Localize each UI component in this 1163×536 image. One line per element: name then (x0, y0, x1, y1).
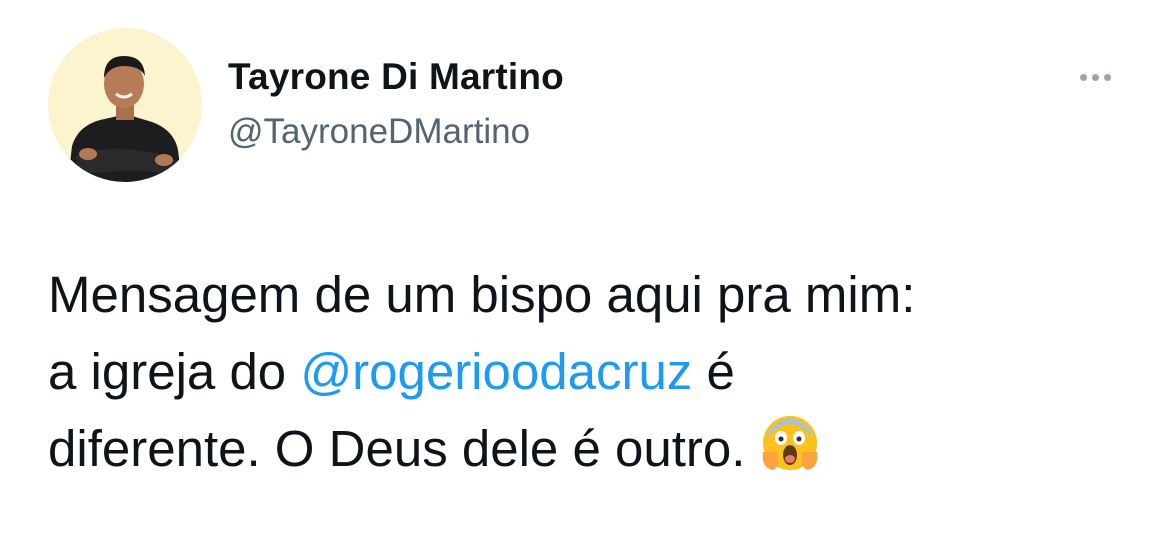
ellipsis-icon (1091, 73, 1099, 81)
tweet-text-fragment: diferente. O Deus dele é outro. (48, 420, 746, 477)
author-name[interactable]: Tayrone Di Martino (228, 54, 564, 100)
tweet-card: Tayrone Di Martino @TayroneDMartino Mens… (0, 0, 1163, 536)
tweet-text-line: a igreja do @rogerioodacruz é (48, 333, 1128, 410)
tweet-text-line: diferente. O Deus dele é outro. (48, 410, 1128, 495)
ellipsis-icon (1079, 73, 1087, 81)
face-screaming-in-fear-emoji (759, 412, 821, 495)
tweet-text-line: Mensagem de um bispo aqui pra mim: (48, 266, 916, 323)
avatar[interactable] (48, 28, 202, 182)
author-handle[interactable]: @TayroneDMartino (228, 110, 530, 154)
tweet-text-fragment: é (692, 343, 735, 400)
tweet-text: Mensagem de um bispo aqui pra mim: a igr… (48, 256, 1128, 495)
mention-link[interactable]: @rogerioodacruz (300, 343, 692, 400)
more-options-button[interactable] (1070, 64, 1120, 90)
avatar-photo (48, 28, 202, 182)
tweet-text-fragment: a igreja do (48, 343, 301, 400)
ellipsis-icon (1103, 73, 1111, 81)
